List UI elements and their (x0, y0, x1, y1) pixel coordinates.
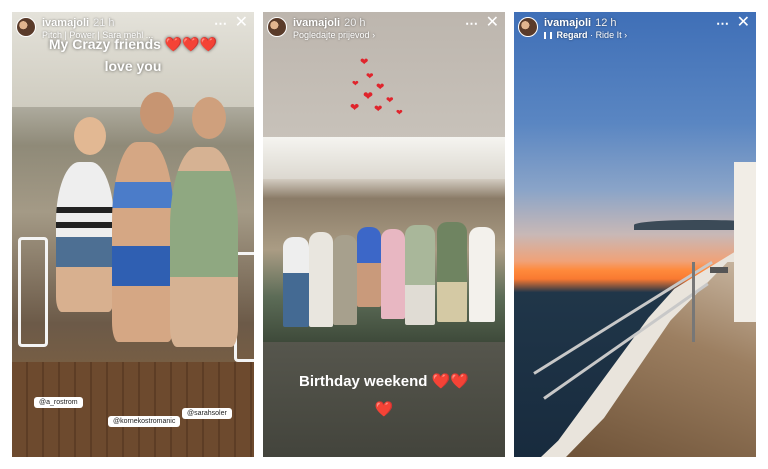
boat-post (710, 267, 728, 273)
avatar[interactable] (518, 17, 538, 37)
person-2 (112, 142, 174, 342)
story-text-line2: love you (104, 58, 162, 74)
person-head (140, 92, 174, 134)
user-tag[interactable]: @sarahsoler (182, 408, 232, 419)
user-tag[interactable]: @a_rostrom (34, 397, 83, 408)
music-bars-icon (544, 32, 552, 39)
story-card-3[interactable]: ivamajoli 12 h Regard · Ride It › ⋯ ✕ (514, 12, 756, 457)
heart-icon: ❤ (386, 95, 394, 105)
person-3 (170, 147, 238, 347)
translate-link[interactable]: Pogledajte prijevod › (293, 30, 375, 40)
username[interactable]: ivamajoli 21 h (42, 17, 115, 29)
boat-post (692, 262, 695, 342)
avatar[interactable] (16, 17, 36, 37)
story-subline[interactable]: Pitch | Power | Sara mehl ... (42, 30, 153, 40)
white-chair (18, 237, 48, 347)
time-ago: 20 h (344, 17, 366, 29)
music-artist: Regard (556, 30, 588, 40)
story-card-1[interactable]: ivamajoli 21 h Pitch | Power | Sara mehl … (12, 12, 254, 457)
heart-icon: ❤ (360, 57, 369, 68)
music-separator: · (590, 30, 594, 40)
heart-sticker-cluster: ❤ ❤ ❤ ❤ ❤ ❤ ❤ ❤ ❤ (348, 57, 418, 127)
story-header: ivamajoli 12 h Regard · Ride It › ⋯ ✕ (514, 12, 756, 52)
music-track: Ride It (595, 30, 622, 40)
heart-icon: ❤ (363, 89, 374, 103)
person-1 (56, 162, 114, 312)
heart-icon: ❤ (350, 102, 360, 114)
heart-icon: ❤️❤️ (431, 373, 469, 390)
heart-icon: ❤ (374, 104, 383, 115)
time-ago: 21 h (93, 17, 115, 29)
heart-icon: ❤ (366, 71, 374, 81)
heart-icon: ❤ (352, 79, 359, 88)
more-icon[interactable]: ⋯ (465, 16, 479, 32)
chevron-right-icon: › (372, 30, 376, 40)
canopy (263, 137, 505, 179)
user-tag[interactable]: @kornekostromanic (108, 416, 181, 427)
avatar[interactable] (267, 17, 287, 37)
username[interactable]: ivamajoli 12 h (544, 17, 617, 29)
heart-icon: ❤️ (374, 401, 394, 418)
story-card-2[interactable]: ❤ ❤ ❤ ❤ ❤ ❤ ❤ ❤ ❤ Birthday weekend ❤️❤️ … (263, 12, 505, 457)
close-icon[interactable]: ✕ (235, 15, 248, 31)
heart-icon: ❤ (376, 82, 385, 93)
story-header: ivamajoli 20 h Pogledajte prijevod › ⋯ ✕ (263, 12, 505, 52)
music-sticker[interactable]: Regard · Ride It › (544, 30, 627, 40)
username[interactable]: ivamajoli 20 h (293, 17, 366, 29)
people-group (281, 207, 496, 337)
chevron-right-icon: › (624, 30, 628, 40)
caption-text: Birthday weekend (299, 373, 428, 390)
boat-cabin (734, 162, 756, 322)
story-header: ivamajoli 21 h Pitch | Power | Sara mehl … (12, 12, 254, 52)
person-head (192, 97, 226, 139)
heart-icon: ❤ (396, 108, 403, 117)
more-icon[interactable]: ⋯ (716, 16, 730, 32)
person-head (74, 117, 106, 155)
story-caption: Birthday weekend ❤️❤️ (263, 372, 505, 390)
time-ago: 12 h (595, 17, 617, 29)
close-icon[interactable]: ✕ (737, 15, 750, 31)
more-icon[interactable]: ⋯ (214, 16, 228, 32)
close-icon[interactable]: ✕ (486, 15, 499, 31)
